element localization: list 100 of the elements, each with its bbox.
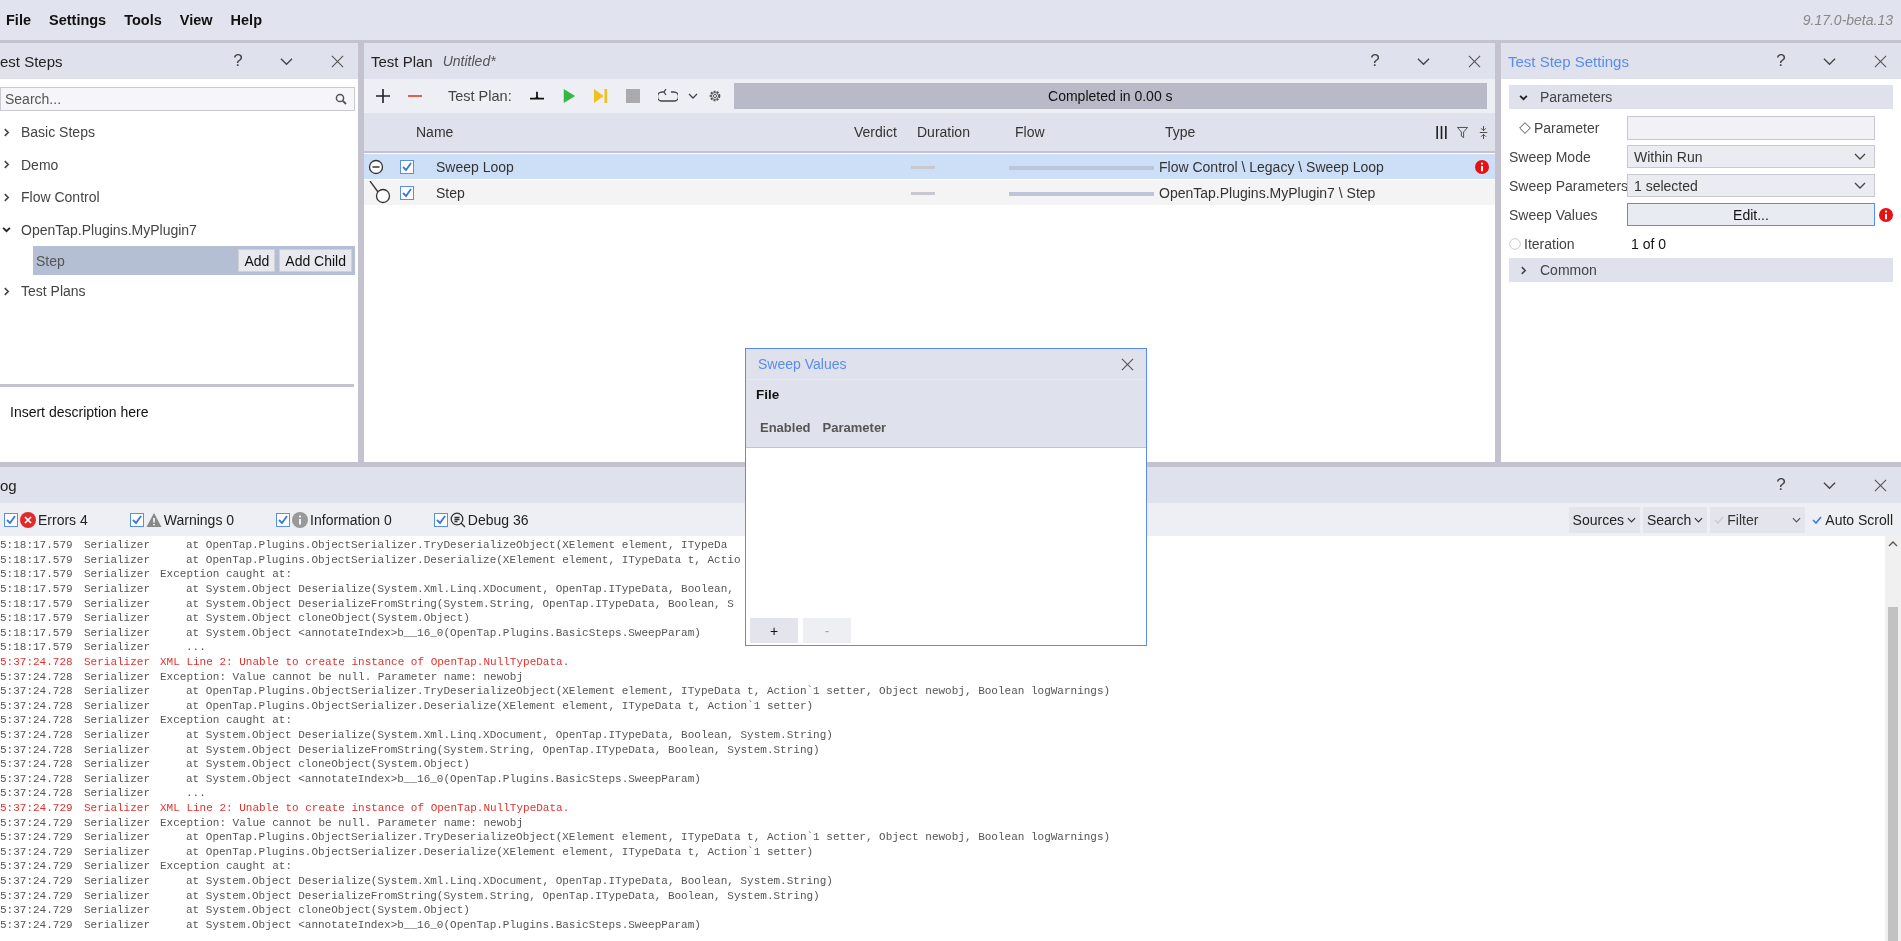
log-time: 5:37:24.728 [0, 787, 74, 800]
columns-icon[interactable] [1436, 125, 1447, 139]
add-icon[interactable] [376, 89, 390, 103]
filter-icon[interactable] [1457, 125, 1468, 139]
iteration-value: 1 of 0 [1630, 235, 1667, 252]
log-message: at System.Object <annotateIndex>b__16_0(OpenTap.Plugins.BasicSteps.SweepParam) [185, 772, 701, 785]
menu-item[interactable]: View [170, 12, 222, 28]
step-name: Sweep Loop [435, 158, 515, 175]
log-message: at OpenTap.Plugins.ObjectSerializer.TryDeserializeObject(XElement element, ITypeDa [185, 539, 728, 552]
tree-item[interactable]: OpenTap.Plugins.MyPlugin7 [21, 221, 197, 238]
step-row[interactable]: Step OpenTap.Plugins.MyPlugin7 \ Step [364, 180, 1495, 205]
column-header[interactable]: Duration [909, 124, 1007, 140]
log-source: Serializer [84, 904, 151, 917]
description-text: Insert description here [0, 384, 354, 462]
filter-label[interactable]: Errors 4 [38, 511, 88, 528]
menu-item[interactable]: Settings [40, 12, 116, 28]
tree-item[interactable]: Test Plans [21, 283, 86, 300]
tree-item[interactable]: Step Add Add Child [33, 246, 355, 275]
column-header[interactable]: Enabled [760, 420, 811, 435]
menu-item[interactable]: Help [221, 12, 271, 28]
edit-button[interactable]: Edit... [1627, 203, 1875, 226]
checkbox[interactable] [4, 512, 18, 527]
scroll-up-icon[interactable] [1888, 541, 1898, 547]
dropdown-button[interactable]: Sources [1568, 506, 1640, 533]
log-source: Serializer [84, 758, 151, 771]
step-type: OpenTap.Plugins.MyPlugin7 \ Step [1159, 184, 1377, 201]
step-name: Step [435, 184, 466, 201]
duration-dash [911, 166, 935, 170]
magnifier-icon [449, 511, 466, 528]
dropdown[interactable]: Within Run [1627, 145, 1875, 168]
step-row[interactable]: Sweep Loop Flow Control \ Legacy \ Sweep Loop [364, 154, 1495, 179]
filter-label[interactable]: Debug 36 [467, 511, 529, 528]
group-header[interactable]: Parameters [1509, 85, 1893, 109]
checkbox[interactable] [400, 159, 414, 174]
log-time: 5:37:24.729 [0, 860, 74, 873]
column-header[interactable]: Parameter [822, 420, 887, 435]
help-button[interactable]: ? [1352, 51, 1398, 71]
group-label: Parameters [1540, 89, 1613, 105]
file-name: Untitled* [442, 53, 496, 69]
chevron-right-icon[interactable] [2, 160, 11, 170]
menu-item[interactable]: Tools [115, 12, 171, 28]
tree-item[interactable]: Basic Steps [21, 124, 95, 141]
break-icon[interactable] [529, 89, 544, 103]
scrollbar[interactable] [1885, 536, 1901, 941]
log-message: Exception caught at: [160, 568, 293, 581]
filter-label[interactable]: Warnings 0 [163, 511, 235, 528]
log-source: Serializer [84, 889, 151, 902]
checkbox[interactable] [433, 512, 448, 527]
setting-label: Sweep Values [1509, 206, 1598, 223]
tree-item[interactable]: Flow Control [21, 189, 100, 206]
column-header[interactable]: Verdict [854, 124, 909, 140]
add-button[interactable]: + [750, 618, 798, 643]
checkbox[interactable] [276, 512, 291, 527]
log-source: Serializer [84, 670, 151, 683]
checkbox[interactable] [129, 512, 144, 527]
parameter-field[interactable] [1627, 115, 1875, 140]
help-button[interactable]: ? [215, 51, 261, 71]
menu-item[interactable]: File [6, 12, 40, 28]
close-icon[interactable] [1874, 54, 1887, 68]
group-header[interactable]: Common [1509, 258, 1893, 282]
log-message: at System.Object Deserialize(System.Xml.Linq.XDocument, OpenTap.ITypeData, Boolean, System.String) [185, 874, 833, 887]
chevron-down-icon[interactable] [2, 225, 11, 235]
add-button[interactable]: Add [238, 249, 276, 272]
filter-label[interactable]: Information 0 [310, 511, 392, 528]
loop-icon[interactable] [657, 89, 678, 103]
column-header[interactable]: Flow [1007, 124, 1165, 140]
checkbox[interactable] [400, 185, 414, 200]
help-button[interactable]: ? [1758, 51, 1804, 71]
log-message: at System.Object <annotateIndex>b__16_0(OpenTap.Plugins.BasicSteps.SweepParam) [185, 918, 701, 931]
dropdown-button[interactable]: Search [1642, 506, 1708, 533]
close-icon[interactable] [331, 54, 344, 68]
tree-item[interactable]: Demo [21, 156, 59, 173]
help-button[interactable]: ? [1758, 475, 1804, 495]
log-source: Serializer [84, 583, 151, 596]
auto-scroll-toggle[interactable]: Auto Scroll [1808, 506, 1897, 533]
tree-node-icon [368, 180, 392, 205]
setting-label: Sweep Mode [1509, 148, 1591, 165]
chevron-right-icon[interactable] [2, 192, 11, 202]
column-header[interactable]: Name [400, 124, 854, 140]
log-time: 5:18:17.579 [0, 641, 74, 654]
close-icon[interactable] [1468, 54, 1481, 68]
dropdown[interactable]: 1 selected [1627, 174, 1875, 197]
search-field[interactable]: Search... [0, 87, 355, 111]
log-source: Serializer [84, 656, 151, 669]
collapse-node-icon[interactable] [368, 158, 384, 175]
panel-title: est Steps [0, 52, 63, 70]
log-time: 5:37:24.729 [0, 845, 74, 858]
filter-button[interactable]: Filter [1710, 506, 1806, 533]
menu-item[interactable]: File [756, 386, 780, 402]
log-source: Serializer [84, 874, 151, 887]
close-icon[interactable] [1121, 357, 1134, 371]
collapse-icon[interactable] [1478, 125, 1489, 139]
column-header[interactable]: Type [1165, 124, 1436, 140]
setting-label: Parameter [1534, 119, 1600, 136]
setting-label: Iteration [1524, 235, 1575, 252]
chevron-right-icon[interactable] [2, 286, 11, 296]
close-icon[interactable] [1874, 478, 1887, 492]
add-button[interactable]: Add Child [279, 249, 352, 272]
settings-icon[interactable] [707, 89, 722, 103]
chevron-right-icon[interactable] [2, 127, 11, 137]
